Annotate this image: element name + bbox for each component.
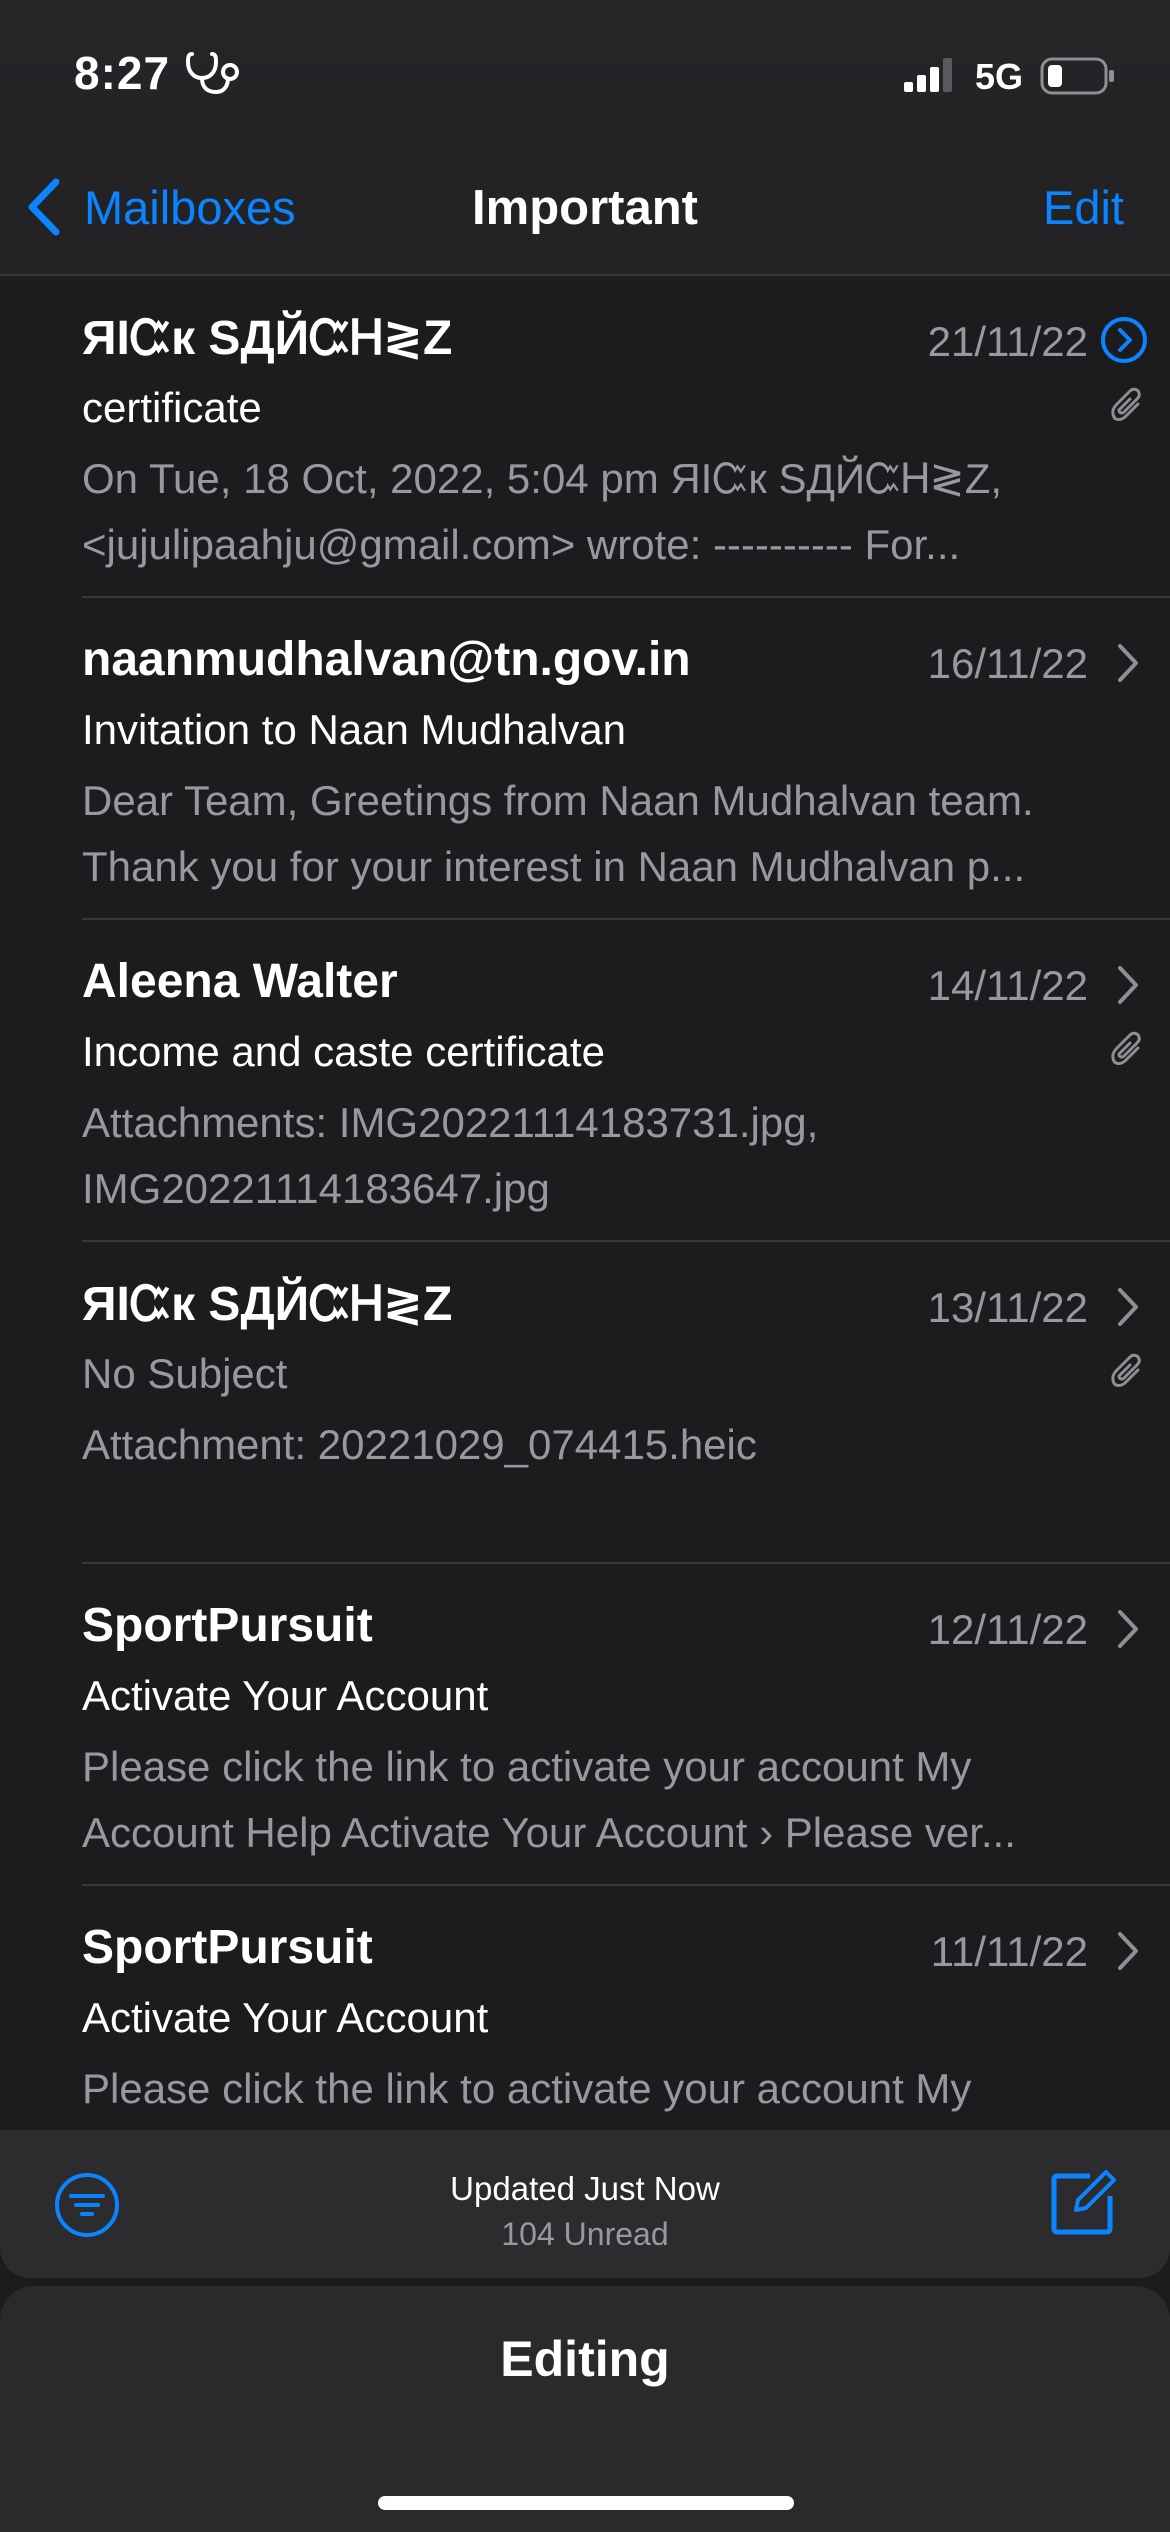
- thread-chevron-circle-icon[interactable]: [1100, 316, 1148, 364]
- message-subject: Activate Your Account: [82, 1994, 489, 2041]
- battery-icon: [1040, 57, 1114, 95]
- message-date: 13/11/22: [927, 1284, 1088, 1331]
- message-sender: ЯІᏨк SДЙᏨᎻ≷Z: [82, 312, 453, 365]
- chevron-right-icon: [1118, 1932, 1138, 1970]
- status-bar: 8:27 5G: [0, 0, 1170, 150]
- network-type: 5G: [975, 56, 1024, 97]
- message-sender: ЯІᏨк SДЙᏨᎻ≷Z: [82, 1278, 453, 1331]
- chevron-right-icon: [1118, 1610, 1138, 1648]
- message-date: 21/11/22: [927, 318, 1088, 365]
- chevron-right-icon: [1118, 644, 1138, 682]
- message-subject: Activate Your Account: [82, 1672, 489, 1719]
- page-title: Important: [472, 181, 698, 235]
- chevron-right-icon: [1118, 966, 1138, 1004]
- message-row[interactable]: SportPursuit 11/11/22 Activate Your Acco…: [82, 1886, 1170, 2130]
- message-date: 14/11/22: [927, 962, 1088, 1009]
- message-sender: Aleena Walter: [82, 955, 398, 1008]
- unread-count: 104 Unread: [501, 2216, 669, 2252]
- editing-title: Editing: [500, 2331, 670, 2387]
- bottom-toolbar: Updated Just Now 104 Unread: [0, 2130, 1170, 2278]
- mail-screen: 8:27 5G Mailboxes Important Edit ЯІᏨк SД…: [0, 0, 1170, 2532]
- compose-icon[interactable]: [1050, 2166, 1118, 2236]
- message-preview: Please click the link to activate your a…: [82, 1743, 1016, 1856]
- message-subject: Invitation to Naan Mudhalvan: [82, 706, 627, 753]
- navigation-bar: Mailboxes Important Edit: [0, 150, 1170, 276]
- cellular-signal-icon: [904, 58, 952, 92]
- home-indicator[interactable]: [378, 2496, 794, 2510]
- edit-button[interactable]: Edit: [1043, 180, 1124, 235]
- message-subject: Income and caste certificate: [82, 1028, 605, 1075]
- stethoscope-icon: [186, 52, 239, 95]
- message-subject: No Subject: [82, 1350, 288, 1397]
- message-row[interactable]: naanmudhalvan@tn.gov.in 16/11/22 Invitat…: [82, 598, 1170, 920]
- message-row[interactable]: Aleena Walter 14/11/22 Income and caste …: [82, 920, 1170, 1242]
- message-list: ЯІᏨк SДЙᏨᎻ≷Z 21/11/22 certificate On Tue…: [0, 276, 1170, 2130]
- message-row[interactable]: SportPursuit 12/11/22 Activate Your Acco…: [82, 1564, 1170, 1886]
- message-sender: naanmudhalvan@tn.gov.in: [82, 633, 691, 686]
- message-date: 12/11/22: [927, 1606, 1088, 1653]
- message-row[interactable]: ЯІᏨк SДЙᏨᎻ≷Z 13/11/22 No Subject Attachm…: [82, 1242, 1170, 1564]
- attachment-icon: [1111, 387, 1141, 421]
- message-preview: Please click the link to activate your a…: [82, 2065, 972, 2112]
- message-preview: On Tue, 18 Oct, 2022, 5:04 pm ЯІᏨк SДЙᏨᎻ…: [82, 455, 1003, 568]
- attachment-icon: [1111, 1353, 1141, 1387]
- mailbox-status: Updated Just Now 104 Unread: [0, 2170, 1170, 2253]
- message-preview: Attachments: IMG20221114183731.jpg, IMG2…: [82, 1099, 819, 1212]
- message-date: 16/11/22: [927, 640, 1088, 687]
- status-time: 8:27: [74, 47, 171, 99]
- message-date: 11/11/22: [930, 1928, 1088, 1975]
- message-subject: certificate: [82, 384, 262, 431]
- message-preview: Attachment: 20221029_074415.heic: [82, 1421, 757, 1468]
- attachment-icon: [1111, 1031, 1141, 1065]
- updated-label: Updated Just Now: [450, 2170, 720, 2207]
- message-row[interactable]: ЯІᏨк SДЙᏨᎻ≷Z 21/11/22 certificate On Tue…: [82, 276, 1170, 598]
- message-preview: Dear Team, Greetings from Naan Mudhalvan…: [82, 777, 1034, 890]
- message-sender: SportPursuit: [82, 1921, 373, 1974]
- chevron-right-icon: [1118, 1288, 1138, 1326]
- message-sender: SportPursuit: [82, 1599, 373, 1652]
